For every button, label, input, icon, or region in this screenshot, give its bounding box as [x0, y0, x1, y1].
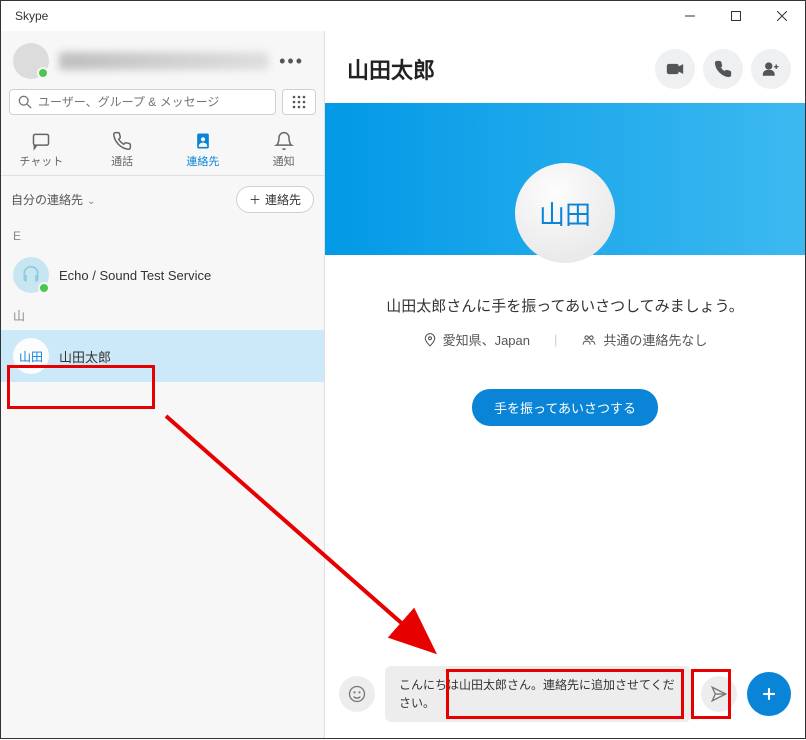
bell-icon — [274, 131, 294, 151]
filter-row: 自分の連絡先⌄ ＋連絡先 — [1, 176, 324, 223]
add-contact-button[interactable]: ＋連絡先 — [236, 186, 314, 213]
search-box[interactable] — [9, 89, 276, 115]
echo-avatar — [13, 257, 49, 293]
group-header-e: E — [1, 223, 324, 249]
location-icon — [423, 333, 437, 347]
tab-notify[interactable]: 通知 — [243, 123, 324, 175]
content-pane: 山田太郎 山田 山田太郎さんに手を振ってあいさつしてみましょう。 愛知県、Jap… — [325, 31, 805, 738]
people-icon — [581, 333, 597, 347]
tab-call[interactable]: 通話 — [82, 123, 163, 175]
filter-dropdown[interactable]: 自分の連絡先⌄ — [11, 191, 95, 208]
compose-input[interactable]: こんにちは山田太郎さん。連絡先に追加させてください。 — [385, 666, 691, 722]
contact-label: Echo / Sound Test Service — [59, 268, 211, 283]
minimize-button[interactable] — [667, 1, 713, 31]
send-button[interactable] — [701, 676, 737, 712]
add-person-button[interactable] — [751, 49, 791, 89]
app-title: Skype — [1, 9, 48, 23]
content-header: 山田太郎 — [325, 31, 805, 103]
chat-icon — [31, 131, 51, 151]
tab-chat[interactable]: チャット — [1, 123, 82, 175]
video-call-button[interactable] — [655, 49, 695, 89]
compose-bar: こんにちは山田太郎さん。連絡先に追加させてください。 — [325, 666, 805, 722]
tab-contacts[interactable]: 連絡先 — [163, 123, 244, 175]
more-icon[interactable]: ••• — [269, 47, 314, 76]
headset-icon — [21, 265, 41, 285]
new-chat-fab[interactable] — [747, 672, 791, 716]
plus-icon — [759, 684, 779, 704]
sidebar: ••• チャット 通話 連絡先 — [1, 31, 325, 738]
send-icon — [710, 685, 728, 703]
video-icon — [666, 60, 684, 78]
search-input[interactable] — [38, 95, 267, 109]
location-meta: 愛知県、Japan — [423, 330, 530, 349]
hero-avatar[interactable]: 山田 — [515, 163, 615, 263]
nav-tabs: チャット 通話 連絡先 通知 — [1, 123, 324, 176]
contact-label: 山田太郎 — [59, 347, 111, 366]
greeting-text: 山田太郎さんに手を振ってあいさつしてみましょう。 — [325, 295, 805, 316]
audio-call-button[interactable] — [703, 49, 743, 89]
self-avatar[interactable] — [13, 43, 49, 79]
contact-echo[interactable]: Echo / Sound Test Service — [1, 249, 324, 301]
meta-row: 愛知県、Japan | 共通の連絡先なし — [325, 330, 805, 349]
emoji-button[interactable] — [339, 676, 375, 712]
profile-row[interactable]: ••• — [1, 31, 324, 89]
titlebar: Skype — [1, 1, 805, 31]
yamada-avatar-small: 山田 — [13, 338, 49, 374]
group-header-yama: 山 — [1, 301, 324, 330]
dialpad-icon — [292, 95, 306, 109]
dialpad-button[interactable] — [282, 89, 316, 115]
add-person-icon — [762, 60, 780, 78]
self-name-blurred — [59, 52, 269, 70]
search-icon — [18, 95, 32, 109]
phone-icon — [714, 60, 732, 78]
presence-online-icon — [37, 67, 49, 79]
maximize-button[interactable] — [713, 1, 759, 31]
hero-banner: 山田 — [325, 103, 805, 255]
contact-yamada[interactable]: 山田 山田太郎 — [1, 330, 324, 382]
contacts-icon — [193, 131, 213, 151]
wave-button[interactable]: 手を振ってあいさつする — [472, 389, 658, 426]
phone-icon — [112, 131, 132, 151]
mutual-meta: 共通の連絡先なし — [581, 330, 707, 349]
smile-icon — [347, 684, 367, 704]
contact-title: 山田太郎 — [347, 53, 435, 85]
close-button[interactable] — [759, 1, 805, 31]
plus-icon: ＋ — [249, 191, 261, 208]
presence-online-icon — [38, 282, 50, 294]
window-controls — [667, 1, 805, 31]
chevron-down-icon: ⌄ — [87, 196, 95, 207]
